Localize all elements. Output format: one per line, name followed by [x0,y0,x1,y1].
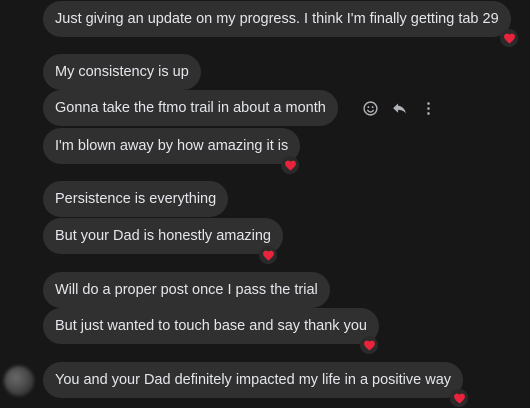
message-bubble[interactable]: Will do a proper post once I pass the tr… [43,272,330,308]
heart-reaction-icon[interactable] [450,389,468,407]
more-options-icon[interactable] [418,98,438,118]
message-bubble[interactable]: My consistency is up [43,54,201,90]
chat-window: { "messages": [ {"text": "Just giving an… [0,0,530,408]
message-text: But just wanted to touch base and say th… [55,318,367,334]
avatar[interactable] [4,366,34,396]
message-bubble[interactable]: Just giving an update on my progress. I … [43,1,511,37]
message-text: My consistency is up [55,64,189,80]
heart-reaction-icon[interactable] [259,246,277,264]
message-bubble[interactable]: But just wanted to touch base and say th… [43,308,379,344]
message-text: Just giving an update on my progress. I … [55,11,499,27]
message-text: Will do a proper post once I pass the tr… [55,282,318,298]
message-bubble[interactable]: You and your Dad definitely impacted my … [43,362,464,398]
message-actions [360,96,438,120]
message-text: Gonna take the ftmo trail in about a mon… [55,100,326,116]
message-text: I'm blown away by how amazing it is [55,138,289,154]
heart-reaction-icon[interactable] [281,156,299,174]
message-bubble[interactable]: I'm blown away by how amazing it is [43,128,301,164]
heart-reaction-icon[interactable] [360,336,378,354]
message-bubble[interactable]: Gonna take the ftmo trail in about a mon… [43,90,338,126]
message-bubble[interactable]: But your Dad is honestly amazing [43,218,283,254]
emoji-icon[interactable] [360,98,380,118]
message-text: You and your Dad definitely impacted my … [55,372,452,388]
heart-reaction-icon[interactable] [500,29,518,47]
reply-icon[interactable] [389,98,409,118]
message-text: But your Dad is honestly amazing [55,228,271,244]
message-bubble[interactable]: Persistence is everything [43,181,229,217]
message-text: Persistence is everything [55,191,217,207]
